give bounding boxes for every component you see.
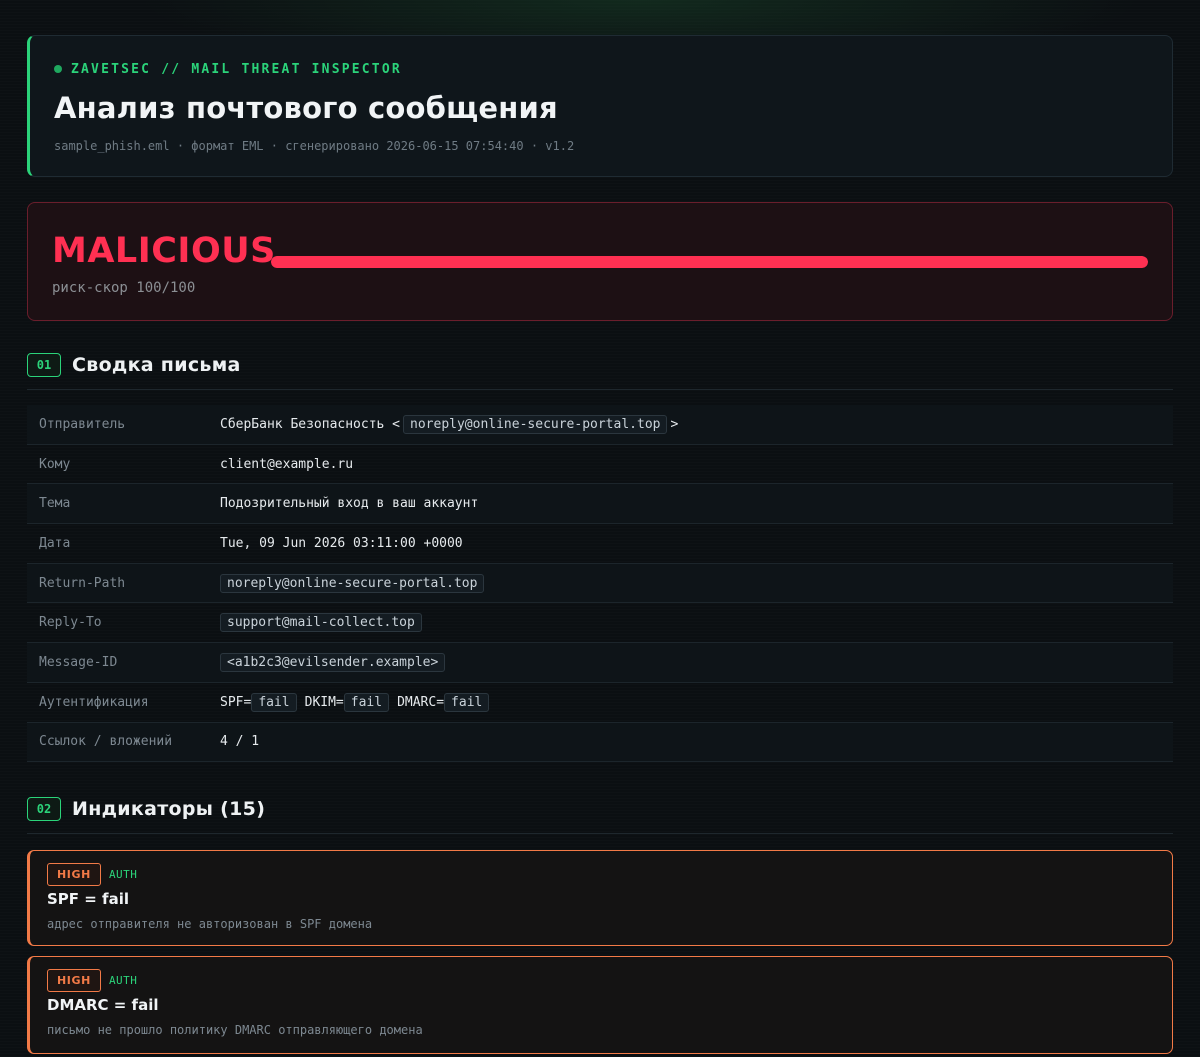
row-value: client@example.ru <box>220 456 354 472</box>
row-key: Return-Path <box>39 575 126 591</box>
indicator-title: SPF = fail <box>47 890 129 908</box>
dmarc-result: fail <box>444 692 490 712</box>
summary-table: Отправитель СберБанк Безопасность < nore… <box>27 405 1173 763</box>
summary-row-return-path: Return-Path noreply@online-secure-portal… <box>27 563 1173 604</box>
summary-row-reply-to: Reply-To support@mail-collect.top <box>27 603 1173 644</box>
row-value: Подозрительный вход в ваш аккаунт <box>220 496 479 512</box>
sender-name: СберБанк Безопасность < <box>220 416 401 432</box>
message-id-value: <a1b2c3@evilsender.example> <box>220 652 446 672</box>
indicator-tags: HIGH AUTH <box>47 863 1172 886</box>
row-value: <a1b2c3@evilsender.example> <box>220 652 446 672</box>
row-key: Reply-To <box>39 615 102 631</box>
severity-badge: HIGH <box>47 969 101 992</box>
section-title: Сводка письма <box>72 354 241 376</box>
category-label: AUTH <box>108 868 138 881</box>
row-key: Тема <box>39 496 71 512</box>
return-path-value: noreply@online-secure-portal.top <box>220 573 485 593</box>
divider <box>27 389 1173 390</box>
verdict-panel: MALICIOUS риск-скор 100/100 <box>27 202 1173 321</box>
row-key: Дата <box>39 535 71 551</box>
indicator-card: HIGH AUTH SPF = fail адрес отправителя н… <box>27 850 1173 946</box>
row-key: Аутентификация <box>39 694 149 710</box>
reply-to-value: support@mail-collect.top <box>220 613 422 633</box>
category-label: AUTH <box>108 974 138 987</box>
brand: ZAVETSEC // MAIL THREAT INSPECTOR <box>54 61 1172 77</box>
summary-row-sender: Отправитель СберБанк Безопасность < nore… <box>27 405 1173 445</box>
summary-row-date: Дата Tue, 09 Jun 2026 03:11:00 +0000 <box>27 524 1173 564</box>
section-number: 01 <box>27 353 61 377</box>
row-value: 4 / 1 <box>220 734 260 750</box>
divider <box>27 833 1173 834</box>
risk-bar <box>271 256 1148 268</box>
indicator-description: адрес отправителя не авторизован в SPF д… <box>47 917 373 931</box>
summary-heading: 01 Сводка письма <box>27 353 1173 377</box>
verdict-label: MALICIOUS <box>52 231 276 271</box>
summary-section: 01 Сводка письма Отправитель СберБанк Бе… <box>27 353 1173 763</box>
indicator-description: письмо не прошло политику DMARC отправля… <box>47 1023 423 1037</box>
indicator-title: DMARC = fail <box>47 996 159 1014</box>
risk-score-text: риск-скор 100/100 <box>52 280 196 296</box>
sender-email: noreply@online-secure-portal.top <box>403 414 668 434</box>
spf-label: SPF= <box>220 694 252 710</box>
severity-badge: HIGH <box>47 863 101 886</box>
indicators-heading: 02 Индикаторы (15) <box>27 797 1173 821</box>
row-value: SPF= fail DKIM= fail DMARC= fail <box>220 692 490 712</box>
row-value: noreply@online-secure-portal.top <box>220 573 485 593</box>
summary-row-subject: Тема Подозрительный вход в ваш аккаунт <box>27 484 1173 525</box>
row-key: Отправитель <box>39 416 126 432</box>
page-title: Анализ почтового сообщения <box>54 91 558 125</box>
report-header: ZAVETSEC // MAIL THREAT INSPECTOR Анализ… <box>27 35 1173 177</box>
summary-row-auth: Аутентификация SPF= fail DKIM= fail DMAR… <box>27 683 1173 723</box>
spf-result: fail <box>251 692 297 712</box>
row-key: Ссылок / вложений <box>39 734 173 750</box>
report-meta: sample_phish.eml · формат EML · сгенерир… <box>54 139 575 153</box>
row-key: Кому <box>39 456 71 472</box>
indicator-card: HIGH AUTH DMARC = fail письмо не прошло … <box>27 956 1173 1054</box>
status-dot-icon <box>54 65 62 73</box>
dkim-label: DKIM= <box>304 694 344 710</box>
section-number: 02 <box>27 797 61 821</box>
row-value: support@mail-collect.top <box>220 613 422 633</box>
indicators-section: 02 Индикаторы (15) <box>27 797 1173 834</box>
risk-bar-fill <box>271 256 1148 268</box>
row-value: СберБанк Безопасность < noreply@online-s… <box>220 414 679 434</box>
section-title: Индикаторы (15) <box>72 798 266 820</box>
sender-close: > <box>670 416 679 432</box>
summary-row-message-id: Message-ID <a1b2c3@evilsender.example> <box>27 643 1173 683</box>
summary-row-to: Кому client@example.ru <box>27 445 1173 485</box>
brand-label: ZAVETSEC // MAIL THREAT INSPECTOR <box>71 61 402 77</box>
row-value: Tue, 09 Jun 2026 03:11:00 +0000 <box>220 535 463 551</box>
dkim-result: fail <box>343 692 390 712</box>
summary-row-links: Ссылок / вложений 4 / 1 <box>27 722 1173 763</box>
row-key: Message-ID <box>39 654 118 670</box>
indicator-tags: HIGH AUTH <box>47 969 1172 992</box>
dmarc-label: DMARC= <box>397 694 445 710</box>
